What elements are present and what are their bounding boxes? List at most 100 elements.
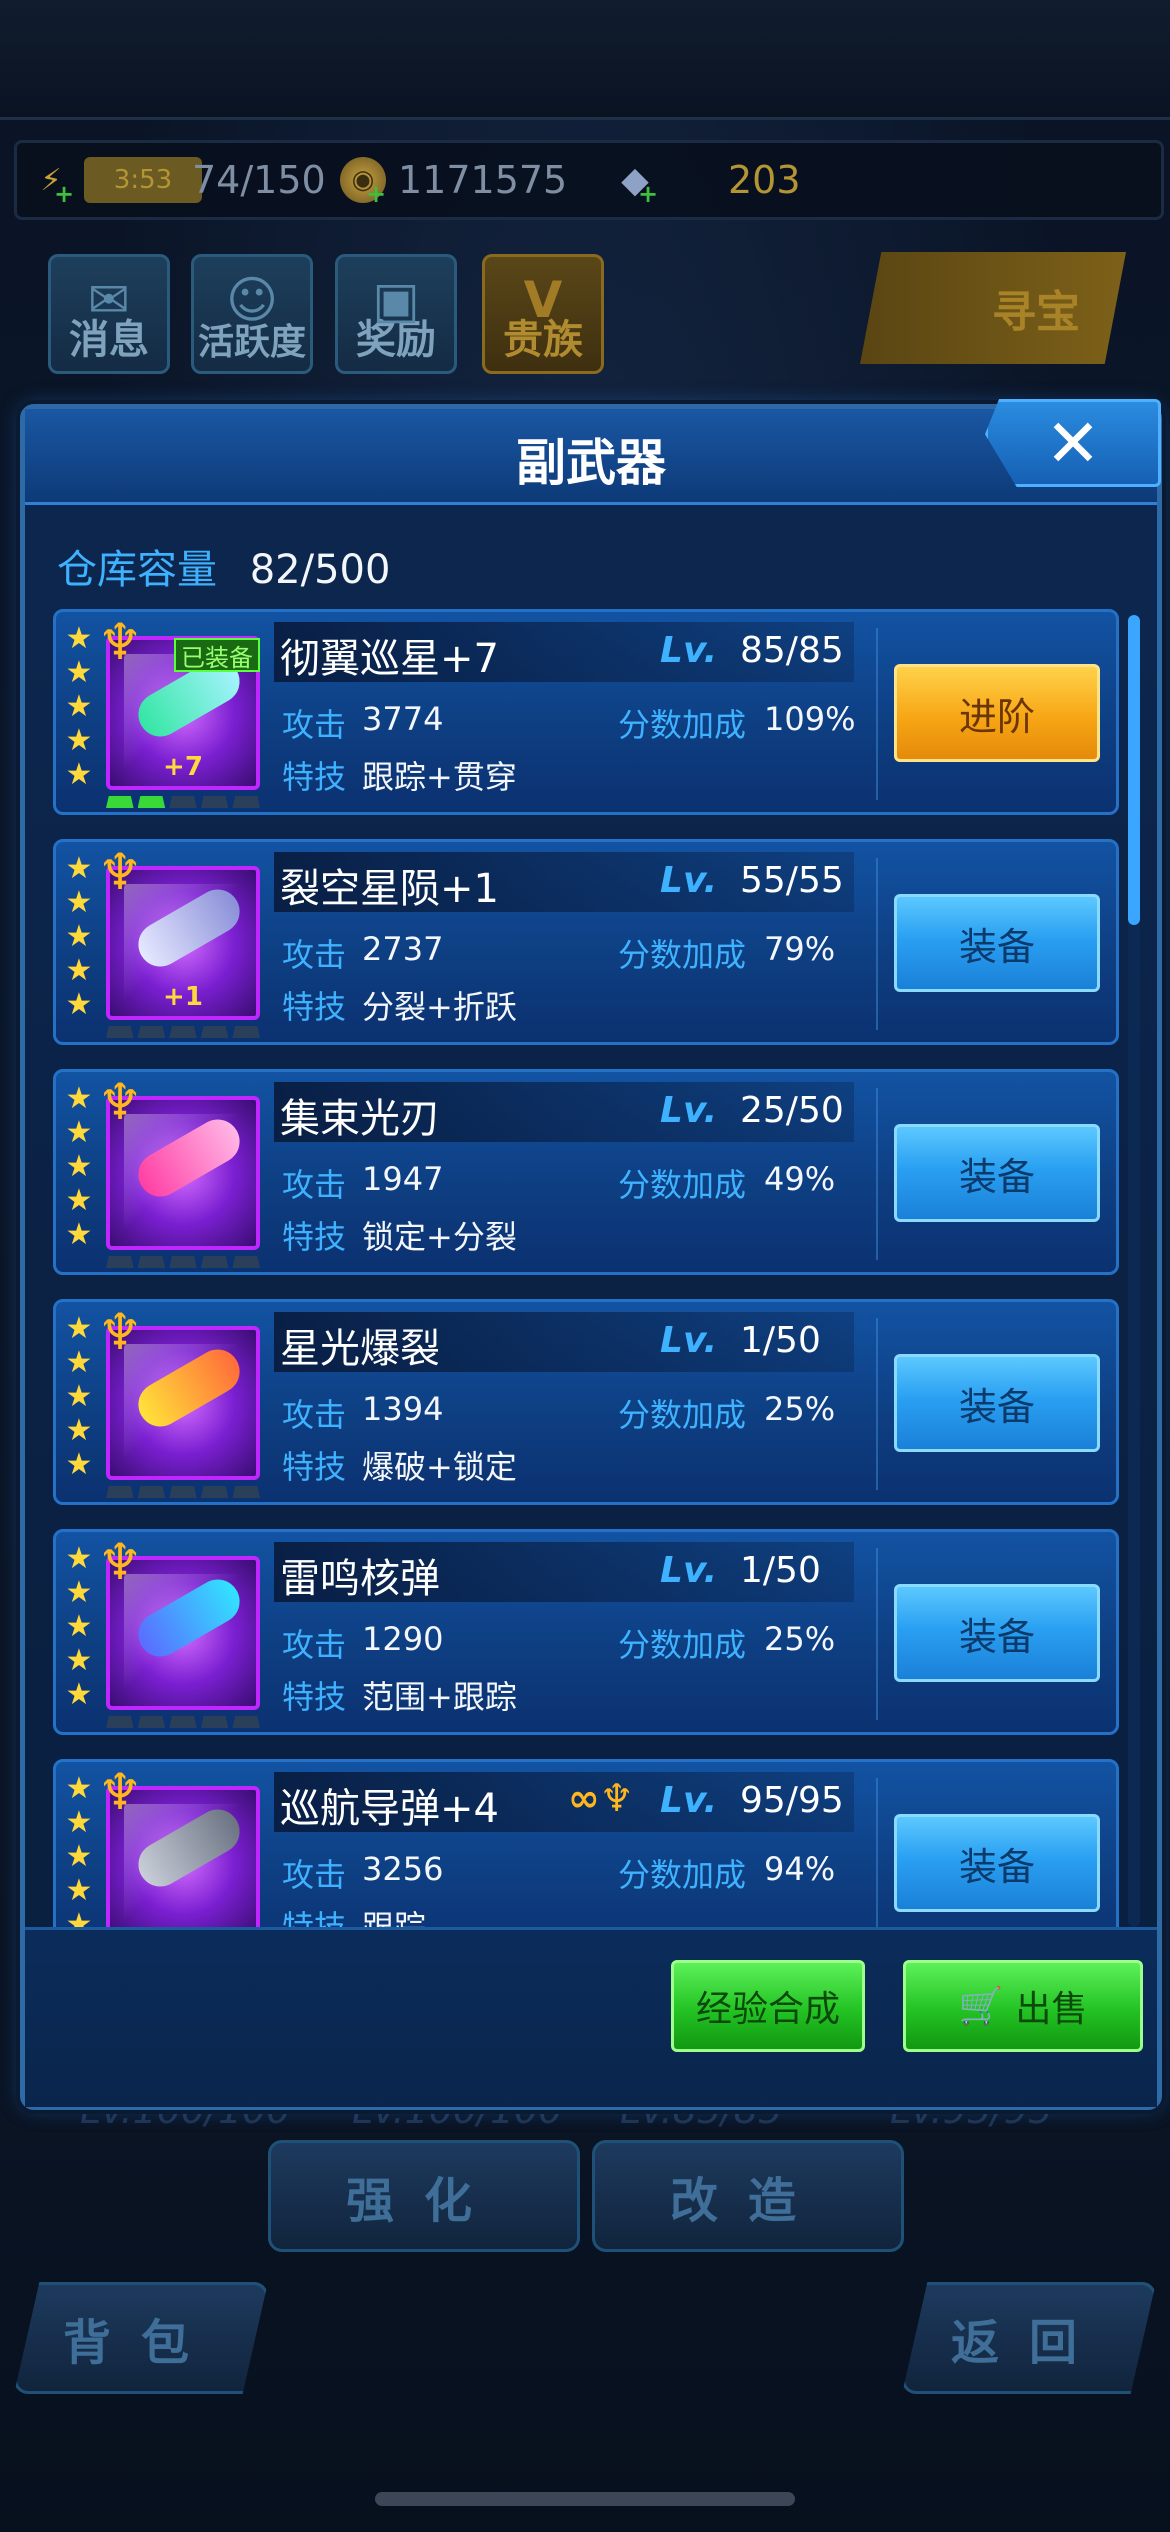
- activity-button[interactable]: ☺ 活跃度: [191, 254, 313, 374]
- energy-value: 74/150: [192, 158, 326, 202]
- upgrade-pips: [106, 1716, 260, 1728]
- upgrade-pip: [200, 1256, 229, 1268]
- rank-trident-icon: ♆: [97, 843, 143, 901]
- bonus-value: 94%: [764, 1850, 836, 1888]
- upgrade-pip: [200, 1026, 229, 1038]
- upgrade-pip: [169, 1256, 197, 1268]
- bonus-value: 49%: [764, 1160, 836, 1198]
- weapon-card[interactable]: ★ ★ ★ ★ ★ ♆ 巡航导弹+4 ∞♆ Lv. 95/95 攻击 3256 分数加成 94% 特技 跟踪…: [53, 1759, 1119, 1927]
- sell-button[interactable]: 🛒 出售: [903, 1960, 1143, 2052]
- coin-value: 1171575: [398, 158, 568, 202]
- level-label: Lv.: [660, 1320, 718, 1361]
- upgrade-pip: [137, 1256, 166, 1268]
- star-icon: ★: [65, 1677, 93, 1712]
- skill-value: 跟踪: [362, 1908, 427, 1927]
- exp-merge-button[interactable]: 经验合成: [671, 1960, 865, 2052]
- attack-label: 攻击: [282, 1396, 347, 1434]
- star-icon: ★: [65, 1183, 93, 1218]
- rewards-button[interactable]: ▣ 奖励: [335, 254, 457, 374]
- weapon-name: 集束光刃: [280, 1096, 440, 1142]
- attack-value: 3256: [362, 1850, 444, 1888]
- upgrade-pip: [137, 796, 166, 808]
- star-rating: ★ ★ ★ ★ ★: [64, 1082, 94, 1252]
- star-rating: ★ ★ ★ ★ ★: [64, 852, 94, 1022]
- equip-button[interactable]: 装备: [894, 1354, 1100, 1452]
- bonus-label: 分数加成: [618, 1166, 747, 1204]
- star-icon: ★: [65, 885, 93, 920]
- level-label: Lv.: [660, 860, 718, 901]
- nobility-button[interactable]: V 贵族: [482, 254, 604, 374]
- star-icon: ★: [65, 1379, 93, 1414]
- gem-value: 203: [728, 158, 801, 202]
- upgrade-pip: [106, 1486, 134, 1498]
- star-icon: ★: [65, 1575, 93, 1610]
- diamond-icon: ◆ +: [621, 159, 659, 209]
- card-divider: [876, 1548, 878, 1720]
- upgrade-pips: [106, 1486, 260, 1498]
- skill-value: 范围+跟踪: [362, 1678, 517, 1716]
- upgrade-pip: [232, 1716, 260, 1728]
- scrollbar[interactable]: [1128, 609, 1140, 1927]
- upgrade-pip: [137, 1716, 166, 1728]
- bag-button: 背包: [14, 2282, 268, 2394]
- skill-value: 分裂+折跃: [362, 988, 517, 1026]
- level-value: 85/85: [740, 630, 844, 671]
- star-icon: ★: [65, 655, 93, 690]
- bonus-value: 79%: [764, 930, 836, 968]
- upgrade-pip: [232, 1026, 260, 1038]
- treasure-hunt-button[interactable]: 寻宝: [860, 252, 1126, 364]
- upgrade-pip: [232, 1256, 260, 1268]
- rank-trident-icon: ♆: [97, 1073, 143, 1131]
- bonus-label: 分数加成: [618, 706, 747, 744]
- card-divider: [876, 1778, 878, 1927]
- skill-value: 跟踪+贯穿: [362, 758, 517, 796]
- energy-resource[interactable]: ⚡ + 3:53 74/150: [28, 150, 326, 210]
- upgrade-pips: [106, 1256, 260, 1268]
- weapon-card[interactable]: ★ ★ ★ ★ ★ ♆ 已装备 +7 彻翼巡星+7 Lv. 85/85 攻击 3774 分数加成 109%…: [53, 609, 1119, 815]
- coin-resource[interactable]: ◉ + 1171575: [340, 150, 567, 210]
- star-icon: ★: [65, 919, 93, 954]
- attack-value: 1947: [362, 1160, 444, 1198]
- weapon-card[interactable]: ★ ★ ★ ★ ★ ♆ 集束光刃 Lv. 25/50 攻击 1947 分数加成 49% 特技 锁定+分裂装…: [53, 1069, 1119, 1275]
- sell-label: 出售: [1015, 1989, 1088, 2030]
- weapon-card[interactable]: ★ ★ ★ ★ ★ ♆ 雷鸣核弹 Lv. 1/50 攻击 1290 分数加成 25% 特技 范围+跟踪 装备: [53, 1529, 1119, 1735]
- equip-button[interactable]: 装备: [894, 1124, 1100, 1222]
- weapon-card[interactable]: ★ ★ ★ ★ ★ ♆ 星光爆裂 Lv. 1/50 攻击 1394 分数加成 25% 特技 爆破+锁定 装备: [53, 1299, 1119, 1505]
- star-icon: ★: [65, 1771, 93, 1806]
- messages-button[interactable]: ✉ 消息: [48, 254, 170, 374]
- advance-button[interactable]: 进阶: [894, 664, 1100, 762]
- enhance-level-tag: +1: [163, 982, 203, 1012]
- level-value: 55/55: [740, 860, 844, 901]
- attack-label: 攻击: [282, 1626, 347, 1664]
- level-label: Lv.: [660, 630, 718, 671]
- weapon-card[interactable]: ★ ★ ★ ★ ★ ♆ +1 裂空星陨+1 Lv. 55/55 攻击 2737 分数加成 79% 特技 分裂…: [53, 839, 1119, 1045]
- home-indicator[interactable]: [375, 2492, 795, 2506]
- star-icon: ★: [65, 1805, 93, 1840]
- upgrade-pip: [169, 1716, 197, 1728]
- equip-button[interactable]: 装备: [894, 1814, 1100, 1912]
- attack-label: 攻击: [282, 1166, 347, 1204]
- modify-button: 改造: [592, 2140, 904, 2252]
- gem-resource[interactable]: ◆ + 203: [612, 150, 882, 210]
- close-button[interactable]: ✕: [985, 399, 1161, 487]
- skill-label: 特技: [282, 1218, 347, 1256]
- card-divider: [876, 628, 878, 800]
- equip-button[interactable]: 装备: [894, 1584, 1100, 1682]
- attack-label: 攻击: [282, 1856, 347, 1894]
- skill-label: 特技: [282, 988, 347, 1026]
- star-icon: ★: [65, 1907, 93, 1928]
- attack-value: 1290: [362, 1620, 444, 1658]
- energy-timer: 3:53: [84, 157, 202, 203]
- weapon-list[interactable]: ★ ★ ★ ★ ★ ♆ 已装备 +7 彻翼巡星+7 Lv. 85/85 攻击 3774 分数加成 109%…: [53, 609, 1119, 1927]
- equip-button[interactable]: 装备: [894, 894, 1100, 992]
- upgrade-pip: [200, 1486, 229, 1498]
- bonus-label: 分数加成: [618, 936, 747, 974]
- skill-value: 锁定+分裂: [362, 1218, 517, 1256]
- capacity-label: 仓库容量: [57, 547, 217, 593]
- scroll-thumb[interactable]: [1128, 615, 1140, 925]
- star-icon: ★: [65, 1873, 93, 1908]
- rank-trident-icon: ♆: [97, 1763, 143, 1821]
- star-icon: ★: [65, 1081, 93, 1116]
- exp-merge-label: 经验合成: [695, 1989, 840, 2030]
- star-rating: ★ ★ ★ ★ ★: [64, 1771, 94, 1928]
